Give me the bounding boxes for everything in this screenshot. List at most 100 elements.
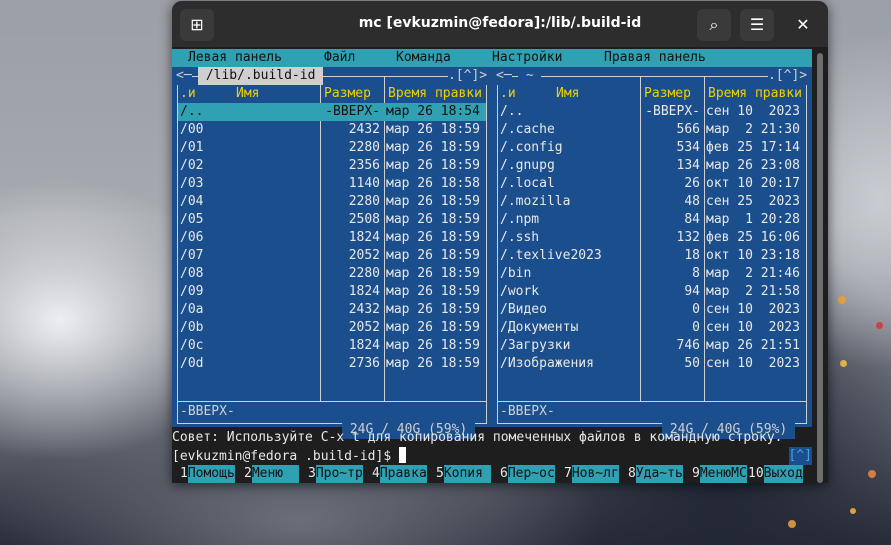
close-icon[interactable]: ✕ <box>788 9 818 41</box>
prompt-corner[interactable]: [^] <box>788 447 812 465</box>
fkey-8[interactable]: 8Уда~ть <box>628 465 683 483</box>
fkey-1[interactable]: 1Помощь <box>180 465 235 483</box>
file-row[interactable]: /Документы 0 сен 10 2023 <box>498 319 806 337</box>
hamburger-icon[interactable]: ☰ <box>740 9 774 41</box>
file-row[interactable]: /01 2280 мар 26 18:59 <box>178 139 486 157</box>
file-name: /.mozilla <box>500 194 571 209</box>
panel-corner[interactable]: .[^]> <box>448 67 488 85</box>
panel-divider <box>498 401 806 402</box>
file-row[interactable]: /.mozilla 48 сен 25 2023 <box>498 193 806 211</box>
menu-settings[interactable]: Настройки <box>492 49 562 67</box>
command-prompt[interactable]: [evkuzmin@fedora .build-id]$ <box>172 447 406 466</box>
fkey-4[interactable]: 4Правка <box>372 465 427 483</box>
header-name[interactable]: Имя <box>236 85 259 103</box>
menu-file[interactable]: Файл <box>324 49 355 67</box>
fkey-2[interactable]: 2Меню <box>244 465 299 483</box>
file-time: сен 10 2023 <box>706 320 800 335</box>
file-size: 2508 <box>348 212 380 227</box>
right-panel[interactable]: <─ ~ .[^]> .и Имя Размер Время правки /.… <box>492 67 812 439</box>
file-size: 132 <box>676 230 700 245</box>
file-row[interactable]: /.texlive2023 18 окт 10 23:18 <box>498 247 806 265</box>
header-time[interactable]: Время правки <box>708 85 802 103</box>
function-key-bar: 1Помощь 2Меню 3Про~тр 4Правка 5Копия 6Пер~о… <box>172 465 812 483</box>
header-size[interactable]: Размер <box>644 85 691 103</box>
file-name: /Видео <box>500 302 547 317</box>
right-panel-path[interactable]: ~ <box>518 67 542 85</box>
file-row[interactable]: /.local 26 окт 10 20:17 <box>498 175 806 193</box>
file-row[interactable]: /02 2356 мар 26 18:59 <box>178 157 486 175</box>
fkey-number: 3 <box>308 466 316 481</box>
file-row[interactable]: /.ssh 132 фев 25 16:06 <box>498 229 806 247</box>
fkey-label: Копия <box>443 465 491 483</box>
file-row[interactable]: /.. -ВВЕРХ-сен 10 2023 <box>498 103 806 121</box>
left-panel[interactable]: <─ /lib/.build-id .[^]> .и Имя Размер Вр… <box>172 67 492 439</box>
file-size: 2432 <box>348 122 380 137</box>
file-row[interactable]: /08 2280 мар 26 18:59 <box>178 265 486 283</box>
panel-corner[interactable]: .[^]> <box>768 67 808 85</box>
header-size[interactable]: Размер <box>324 85 371 103</box>
fkey-number: 9 <box>692 466 700 481</box>
file-row[interactable]: /work 94 мар 2 21:58 <box>498 283 806 301</box>
file-time: мар 26 18:59 <box>386 122 480 137</box>
file-row[interactable]: /0c 1824 мар 26 18:59 <box>178 337 486 355</box>
menu-command[interactable]: Команда <box>396 49 451 67</box>
fkey-label: Про~тр <box>315 465 363 483</box>
header-time[interactable]: Время правки <box>388 85 482 103</box>
menu-left-panel[interactable]: Левая панель <box>188 49 282 67</box>
search-icon[interactable]: ⌕ <box>697 9 731 41</box>
fkey-7[interactable]: 7Нов~лг <box>564 465 619 483</box>
fkey-9[interactable]: 9МенюMC <box>692 465 747 483</box>
file-row[interactable]: /Изображения 50 сен 10 2023 <box>498 355 806 373</box>
file-row[interactable]: /.npm 84 мар 1 20:28 <box>498 211 806 229</box>
file-time: окт 10 20:17 <box>706 176 800 191</box>
terminal-area[interactable]: Левая панель Файл Команда Настройки Прав… <box>172 47 828 483</box>
fkey-10[interactable]: 10Выход <box>748 465 803 483</box>
file-row[interactable]: /0d 2736 мар 26 18:59 <box>178 355 486 373</box>
file-size: 534 <box>676 140 700 155</box>
file-time: мар 2 21:58 <box>706 284 800 299</box>
file-row[interactable]: /Загрузки 746 мар 26 21:51 <box>498 337 806 355</box>
header-sort[interactable]: .и <box>500 85 516 103</box>
file-time: мар 26 18:59 <box>386 140 480 155</box>
panel-divider <box>178 401 486 402</box>
file-time: мар 26 18:59 <box>386 266 480 281</box>
file-row[interactable]: /.cache 566 мар 2 21:30 <box>498 121 806 139</box>
file-row[interactable]: /0b 2052 мар 26 18:59 <box>178 319 486 337</box>
file-row[interactable]: /.. -ВВЕРХ-мар 26 18:54 <box>178 103 486 121</box>
fkey-6[interactable]: 6Пер~ос <box>500 465 555 483</box>
file-time: сен 10 2023 <box>706 302 800 317</box>
file-name: /Загрузки <box>500 338 571 353</box>
menu-right-panel[interactable]: Правая панель <box>604 49 706 67</box>
wallpaper-dot <box>788 520 796 528</box>
file-row[interactable]: /bin 8 мар 2 21:46 <box>498 265 806 283</box>
scrollbar-thumb[interactable] <box>817 53 823 483</box>
header-name[interactable]: Имя <box>556 85 579 103</box>
file-row[interactable]: /03 1140 мар 26 18:58 <box>178 175 486 193</box>
panel-corner: <─ <box>496 67 512 85</box>
file-row[interactable]: /.config 534 фев 25 17:14 <box>498 139 806 157</box>
file-name: /07 <box>180 248 204 263</box>
wallpaper-dot <box>838 296 846 304</box>
file-row[interactable]: /Видео 0 сен 10 2023 <box>498 301 806 319</box>
file-row[interactable]: /05 2508 мар 26 18:59 <box>178 211 486 229</box>
header-sort[interactable]: .и <box>180 85 196 103</box>
file-row[interactable]: /0a 2432 мар 26 18:59 <box>178 301 486 319</box>
file-time: мар 26 23:08 <box>706 158 800 173</box>
titlebar: ⊞ mc [evkuzmin@fedora]:/lib/.build-id ⌕ … <box>172 1 828 47</box>
file-time: фев 25 17:14 <box>706 140 800 155</box>
file-row[interactable]: /.gnupg 134 мар 26 23:08 <box>498 157 806 175</box>
file-row[interactable]: /00 2432 мар 26 18:59 <box>178 121 486 139</box>
fkey-5[interactable]: 5Копия <box>436 465 491 483</box>
fkey-label: Помощь <box>187 465 235 483</box>
fkey-3[interactable]: 3Про~тр <box>308 465 363 483</box>
file-row[interactable]: /04 2280 мар 26 18:59 <box>178 193 486 211</box>
file-row[interactable]: /09 1824 мар 26 18:59 <box>178 283 486 301</box>
file-size: 2280 <box>348 266 380 281</box>
file-name: /.texlive2023 <box>500 248 602 263</box>
file-name: /0a <box>180 302 204 317</box>
scrollbar[interactable] <box>816 47 825 483</box>
left-panel-path[interactable]: /lib/.build-id <box>198 67 324 85</box>
file-time: фев 25 16:06 <box>706 230 800 245</box>
file-row[interactable]: /06 1824 мар 26 18:59 <box>178 229 486 247</box>
file-row[interactable]: /07 2052 мар 26 18:59 <box>178 247 486 265</box>
